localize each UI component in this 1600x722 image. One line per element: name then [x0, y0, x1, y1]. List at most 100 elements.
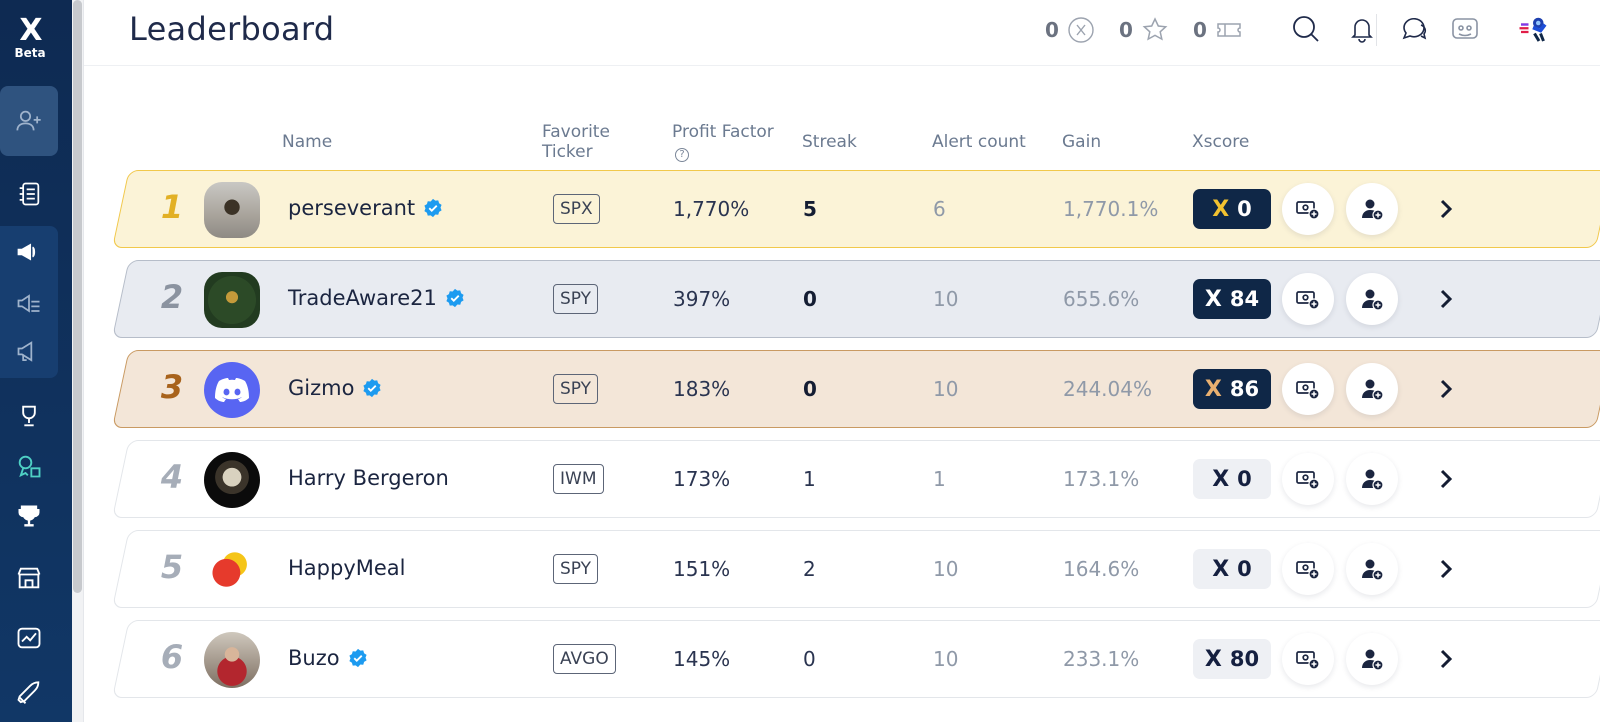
favorite-ticker-badge[interactable]: SPY — [553, 284, 599, 314]
sidebar-megaphone[interactable] — [0, 230, 58, 274]
sidebar-chart[interactable] — [0, 616, 58, 660]
leaderboard-row-6[interactable]: 6 Buzo AVGO 145% 0 10 233.1% X 80 — [112, 620, 1600, 698]
user-avatar-image[interactable] — [204, 452, 260, 508]
app-logo[interactable]: X Beta — [0, 16, 60, 61]
row-details-button[interactable] — [1432, 464, 1460, 494]
store-icon — [17, 567, 41, 589]
user-name[interactable]: Gizmo — [288, 376, 382, 400]
follow-user-button[interactable] — [1346, 633, 1398, 685]
col-profit-factor-label: Profit Factor — [672, 122, 774, 142]
user-name[interactable]: perseverant — [288, 196, 443, 220]
user-avatar[interactable] — [1512, 8, 1554, 50]
follow-user-button[interactable] — [1346, 363, 1398, 415]
leaderboard-row-4[interactable]: 4 Harry Bergeron IWM 173% 1 1 173.1% X 0 — [112, 440, 1600, 518]
xscore-value: 0 — [1237, 467, 1252, 491]
user-avatar-image[interactable] — [204, 272, 260, 328]
user-plus-icon — [1362, 289, 1384, 311]
notifications-button[interactable] — [1345, 12, 1379, 46]
follow-user-button[interactable] — [1346, 453, 1398, 505]
xscore-badge: X 0 — [1193, 189, 1271, 229]
sidebar-add-user[interactable] — [0, 86, 58, 156]
sidebar-megaphone-list[interactable] — [0, 282, 58, 326]
megaphone-alt-icon — [17, 341, 33, 362]
user-avatar-image[interactable] — [204, 182, 260, 238]
profit-factor-value: 173% — [673, 467, 731, 491]
gain-value: 655.6% — [1063, 287, 1140, 311]
sidebar-store[interactable] — [0, 556, 58, 600]
chevron-right-icon — [1440, 289, 1453, 309]
sidebar-trophy-solid[interactable] — [0, 494, 58, 538]
sidebar-rocket[interactable] — [0, 672, 58, 716]
xscore-value: 84 — [1229, 287, 1260, 311]
favorite-ticker-badge[interactable]: SPY — [553, 554, 599, 584]
user-name-text: Harry Bergeron — [288, 466, 449, 490]
sidebar-journal[interactable] — [0, 172, 58, 216]
leaderboard-row-5[interactable]: 5 HappyMeal SPY 151% 2 10 164.6% X 0 — [112, 530, 1600, 608]
row-details-button[interactable] — [1432, 374, 1460, 404]
favorite-ticker-badge[interactable]: IWM — [553, 464, 604, 494]
row-details-button[interactable] — [1432, 284, 1460, 314]
sidebar-trophy[interactable] — [0, 394, 58, 438]
follow-user-button[interactable] — [1346, 183, 1398, 235]
alert-count-value: 10 — [933, 647, 959, 671]
user-name-text: Buzo — [288, 646, 340, 670]
xscore-x-icon: X — [1204, 376, 1222, 402]
chevron-right-icon — [1440, 379, 1453, 399]
streak-value: 5 — [803, 197, 817, 221]
ticket-stat[interactable]: 0 — [1193, 16, 1243, 44]
profit-factor-help-icon[interactable]: ? — [675, 148, 689, 162]
chevron-right-icon — [1440, 469, 1453, 489]
leaderboard-row-2[interactable]: 2 TradeAware21 SPY 397% 0 10 655.6% X 84 — [112, 260, 1600, 338]
favorite-ticker-badge[interactable]: SPY — [553, 374, 599, 404]
profit-factor-value: 183% — [673, 377, 731, 401]
sidebar-megaphone-alt[interactable] — [0, 330, 58, 374]
favorite-ticker-badge[interactable]: SPX — [553, 194, 600, 224]
money-plus-icon — [1296, 561, 1320, 580]
favorite-ticker-badge[interactable]: AVGO — [553, 644, 616, 674]
streak-value: 0 — [803, 647, 816, 671]
sidebar-badge-user[interactable] — [0, 444, 58, 488]
search-button[interactable] — [1289, 12, 1323, 46]
row-details-button[interactable] — [1432, 644, 1460, 674]
add-alert-button[interactable] — [1282, 273, 1334, 325]
leaderboard-row-1[interactable]: 1 perseverant SPX 1,770% 5 6 1,770.1% X … — [112, 170, 1600, 248]
star-icon — [1142, 17, 1168, 41]
add-alert-button[interactable] — [1282, 453, 1334, 505]
page-title: Leaderboard — [129, 10, 335, 48]
user-name[interactable]: Harry Bergeron — [288, 466, 449, 490]
profit-factor-value: 151% — [673, 557, 731, 581]
col-profit-factor: Profit Factor ? — [672, 122, 774, 162]
add-alert-button[interactable] — [1282, 543, 1334, 595]
leaderboard-row-3[interactable]: 3 Gizmo SPY 183% 0 10 244.04% X 86 — [112, 350, 1600, 428]
user-avatar-image[interactable] — [204, 632, 260, 688]
xscore-value: 80 — [1229, 647, 1260, 671]
xscore-value: 86 — [1229, 377, 1260, 401]
streak-value: 1 — [803, 467, 816, 491]
follow-user-button[interactable] — [1346, 543, 1398, 595]
user-name[interactable]: TradeAware21 — [288, 286, 465, 310]
add-alert-button[interactable] — [1282, 633, 1334, 685]
chat-button[interactable] — [1397, 12, 1431, 46]
user-name[interactable]: Buzo — [288, 646, 368, 670]
sidebar-scroll-thumb[interactable] — [73, 0, 82, 593]
follow-user-button[interactable] — [1346, 273, 1398, 325]
row-details-button[interactable] — [1432, 554, 1460, 584]
col-alert-count: Alert count — [932, 132, 1026, 152]
user-name[interactable]: HappyMeal — [288, 556, 406, 580]
discord-icon — [1452, 18, 1478, 39]
row-details-button[interactable] — [1432, 194, 1460, 224]
xscore-badge: X 84 — [1193, 279, 1271, 319]
trophy-solid-icon — [18, 505, 40, 527]
add-alert-button[interactable] — [1282, 183, 1334, 235]
x-coin-stat[interactable]: 0 — [1045, 16, 1095, 44]
add-alert-button[interactable] — [1282, 363, 1334, 415]
add-user-icon — [16, 110, 41, 131]
discord-button[interactable] — [1448, 12, 1482, 46]
bell-icon — [1351, 19, 1373, 43]
chat-icon — [1402, 17, 1427, 40]
star-stat[interactable]: 0 — [1119, 16, 1169, 44]
user-avatar-image[interactable] — [204, 362, 260, 418]
user-avatar-image[interactable] — [204, 542, 260, 598]
search-icon — [1293, 16, 1319, 42]
xscore-badge: X 86 — [1193, 369, 1271, 409]
